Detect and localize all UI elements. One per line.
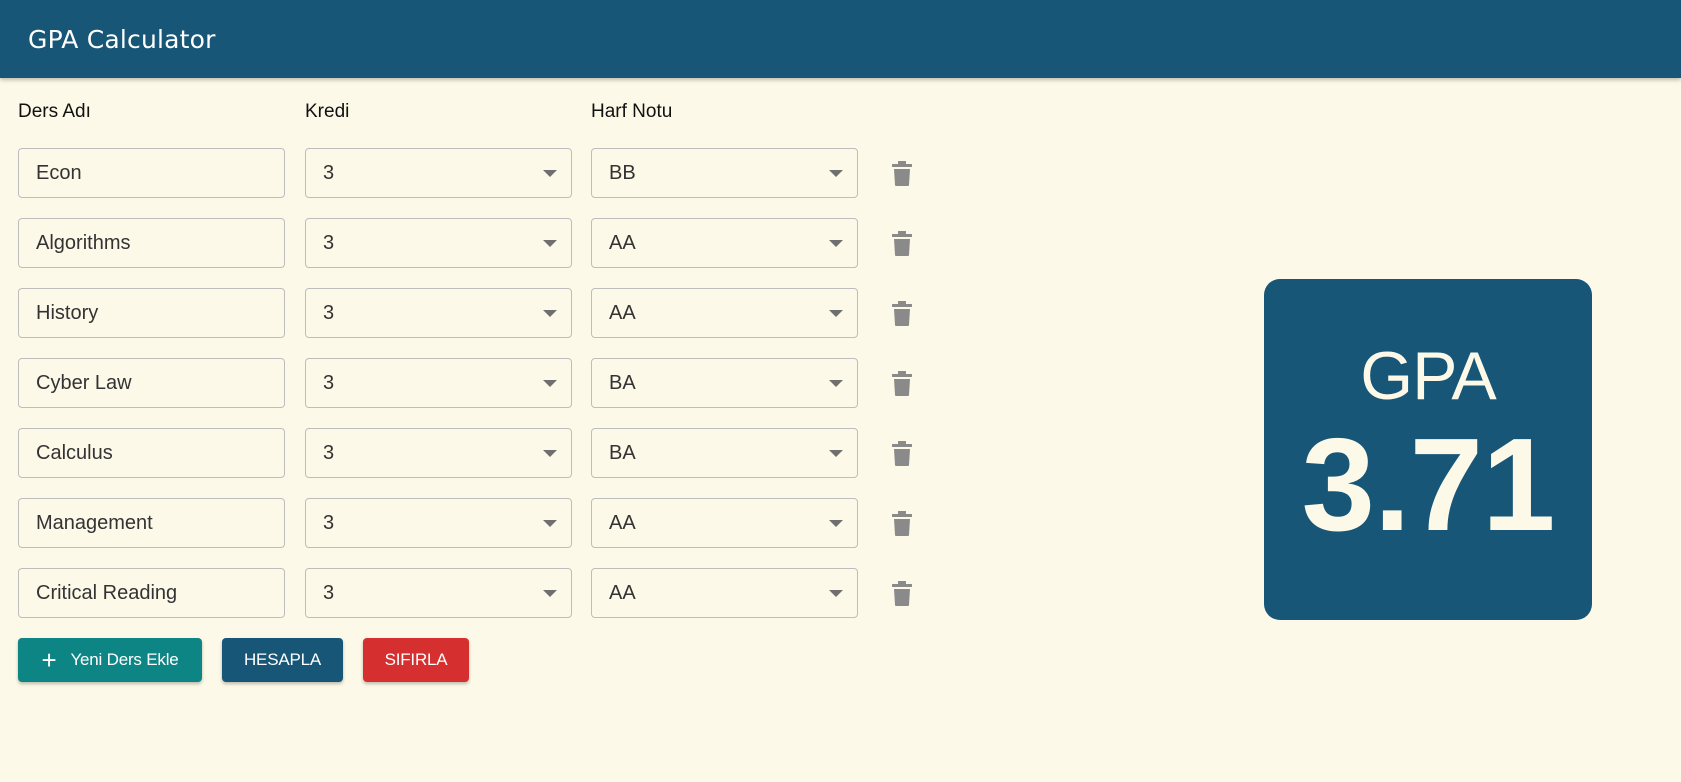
course-name-value: Calculus xyxy=(36,441,113,464)
grade-select[interactable]: AA xyxy=(591,568,858,618)
grade-select[interactable]: AA xyxy=(591,218,858,268)
caret-down-icon xyxy=(543,590,557,597)
credit-value: 3 xyxy=(323,231,335,254)
column-header-credit: Kredi xyxy=(305,101,350,122)
column-header-grade: Harf Notu xyxy=(591,101,673,122)
grade-value: BA xyxy=(609,371,636,394)
credit-value: 3 xyxy=(323,371,335,394)
credit-select[interactable]: 3 xyxy=(305,568,572,618)
course-name-value: Algorithms xyxy=(36,231,131,254)
caret-down-icon xyxy=(829,450,843,457)
course-row: Critical Reading 3 AA xyxy=(0,568,940,618)
trash-icon[interactable] xyxy=(892,441,912,466)
trash-icon[interactable] xyxy=(892,371,912,396)
credit-value: 3 xyxy=(323,511,335,534)
gpa-label: GPA xyxy=(1360,338,1497,414)
grade-value: AA xyxy=(609,301,636,324)
course-name-input[interactable]: History xyxy=(18,288,285,338)
credit-select[interactable]: 3 xyxy=(305,358,572,408)
course-row: Calculus 3 BA xyxy=(0,428,940,478)
course-name-value: History xyxy=(36,301,99,324)
course-name-input[interactable]: Management xyxy=(18,498,285,548)
trash-icon[interactable] xyxy=(892,161,912,186)
caret-down-icon xyxy=(543,170,557,177)
course-name-input[interactable]: Calculus xyxy=(18,428,285,478)
course-row: History 3 AA xyxy=(0,288,940,338)
grade-select[interactable]: BA xyxy=(591,358,858,408)
credit-select[interactable]: 3 xyxy=(305,288,572,338)
course-name-value: Cyber Law xyxy=(36,371,132,394)
course-row: Management 3 AA xyxy=(0,498,940,548)
caret-down-icon xyxy=(829,520,843,527)
grade-value: BA xyxy=(609,441,636,464)
trash-icon[interactable] xyxy=(892,301,912,326)
course-name-input[interactable]: Cyber Law xyxy=(18,358,285,408)
trash-icon[interactable] xyxy=(892,231,912,256)
caret-down-icon xyxy=(543,520,557,527)
grade-value: AA xyxy=(609,231,636,254)
calculate-button[interactable]: HESAPLA xyxy=(222,638,343,682)
column-header-course: Ders Adı xyxy=(18,101,91,122)
app-title: GPA Calculator xyxy=(28,24,216,54)
grade-select[interactable]: BA xyxy=(591,428,858,478)
caret-down-icon xyxy=(829,310,843,317)
caret-down-icon xyxy=(829,380,843,387)
course-name-input[interactable]: Econ xyxy=(18,148,285,198)
caret-down-icon xyxy=(829,170,843,177)
gpa-result-card: GPA 3.71 xyxy=(1264,279,1592,620)
plus-icon: + xyxy=(41,645,57,675)
grade-value: AA xyxy=(609,581,636,604)
course-name-value: Management xyxy=(36,511,153,534)
app-bar: GPA Calculator xyxy=(0,0,1681,78)
caret-down-icon xyxy=(543,310,557,317)
credit-select[interactable]: 3 xyxy=(305,498,572,548)
add-course-label: Yeni Ders Ekle xyxy=(70,650,179,669)
course-name-value: Econ xyxy=(36,161,82,184)
gpa-value: 3.71 xyxy=(1301,411,1556,558)
credit-select[interactable]: 3 xyxy=(305,428,572,478)
grade-value: BB xyxy=(609,161,636,184)
grade-select[interactable]: BB xyxy=(591,148,858,198)
course-row: Econ 3 BB xyxy=(0,148,940,198)
caret-down-icon xyxy=(543,450,557,457)
grade-value: AA xyxy=(609,511,636,534)
course-row: Cyber Law 3 BA xyxy=(0,358,940,408)
caret-down-icon xyxy=(543,380,557,387)
add-course-button[interactable]: + Yeni Ders Ekle xyxy=(18,638,202,682)
caret-down-icon xyxy=(829,240,843,247)
credit-select[interactable]: 3 xyxy=(305,218,572,268)
grade-select[interactable]: AA xyxy=(591,498,858,548)
caret-down-icon xyxy=(829,590,843,597)
credit-value: 3 xyxy=(323,441,335,464)
reset-button[interactable]: SIFIRLA xyxy=(363,638,469,682)
caret-down-icon xyxy=(543,240,557,247)
credit-value: 3 xyxy=(323,581,335,604)
credit-select[interactable]: 3 xyxy=(305,148,572,198)
credit-value: 3 xyxy=(323,161,335,184)
course-name-value: Critical Reading xyxy=(36,581,178,604)
course-name-input[interactable]: Algorithms xyxy=(18,218,285,268)
course-row: Algorithms 3 AA xyxy=(0,218,940,268)
grade-select[interactable]: AA xyxy=(591,288,858,338)
credit-value: 3 xyxy=(323,301,335,324)
course-name-input[interactable]: Critical Reading xyxy=(18,568,285,618)
trash-icon[interactable] xyxy=(892,511,912,536)
trash-icon[interactable] xyxy=(892,581,912,606)
